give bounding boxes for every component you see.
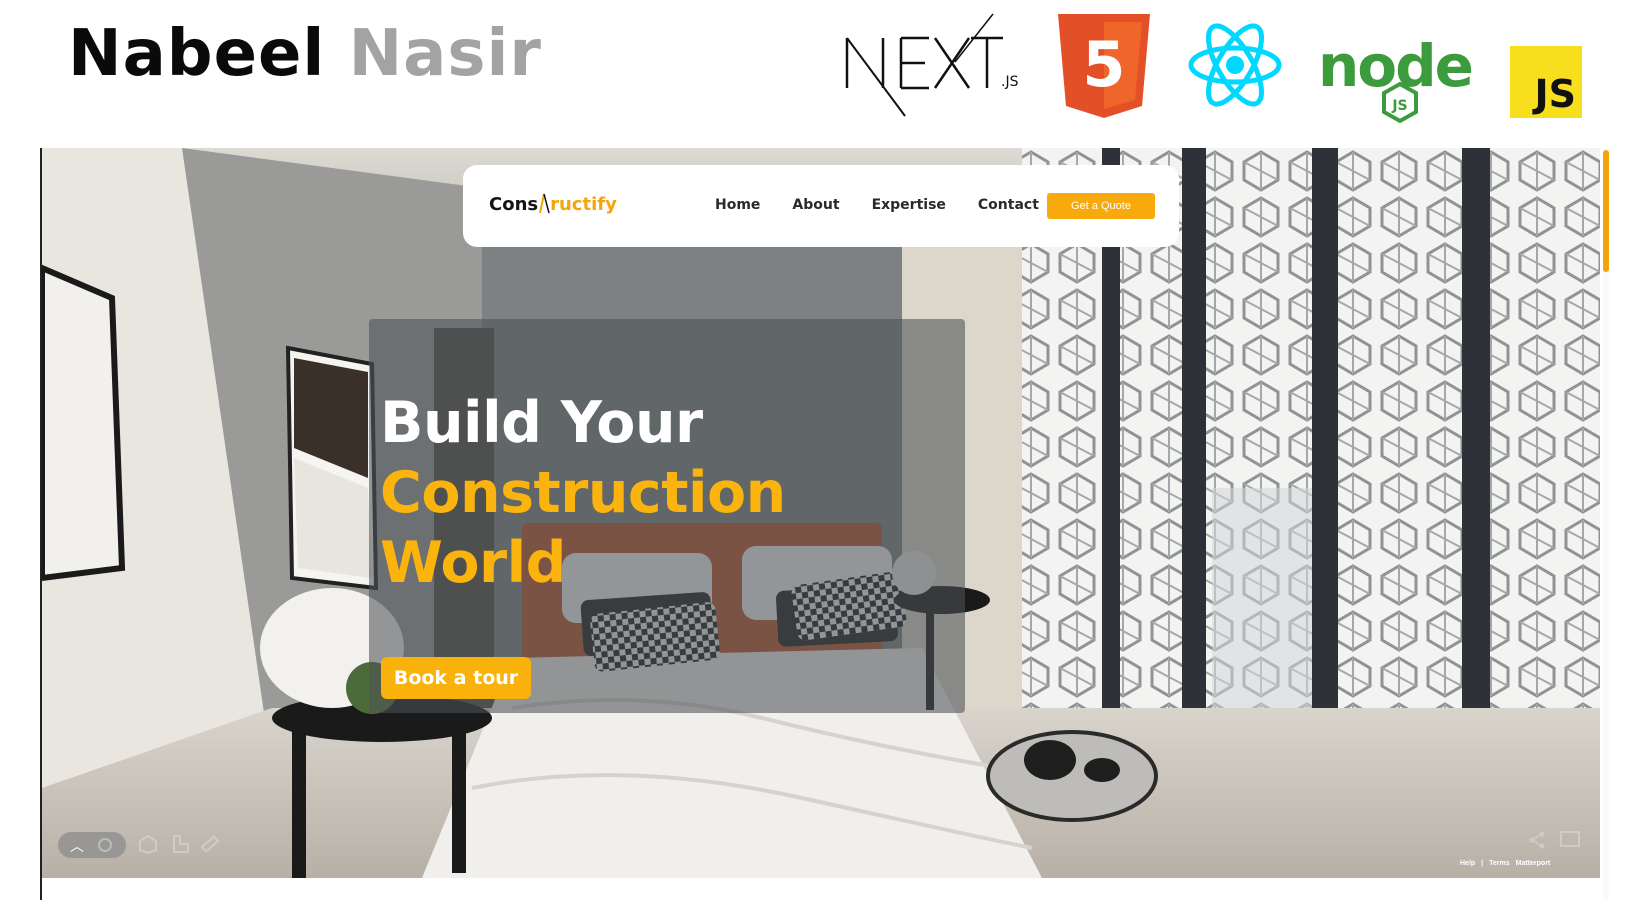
author-last-name: Nasir xyxy=(348,17,542,91)
react-logo-icon xyxy=(1186,18,1284,112)
nav-about[interactable]: About xyxy=(792,194,839,216)
viewer-mode-toggle[interactable]: ︿ xyxy=(58,832,126,858)
javascript-logo-text: JS xyxy=(1534,72,1576,116)
brand-logo[interactable]: Cons ructify xyxy=(489,191,617,219)
nodejs-logo-icon: node JS xyxy=(1316,20,1486,128)
javascript-logo-icon: JS xyxy=(1510,46,1582,118)
hero-title-line2: Construction xyxy=(380,460,786,526)
nextjs-suffix: .JS xyxy=(1001,74,1019,90)
help-link[interactable]: Help xyxy=(1460,860,1475,867)
footer-separator: | xyxy=(1481,860,1484,867)
inside-view-icon xyxy=(98,838,112,852)
measure-icon[interactable] xyxy=(200,834,220,854)
nodejs-word: node xyxy=(1318,32,1472,100)
nav-contact[interactable]: Contact xyxy=(978,194,1039,216)
nav-home[interactable]: Home xyxy=(715,194,760,216)
scrollbar-thumb[interactable] xyxy=(1603,150,1609,272)
hero-title: Build Your Construction World xyxy=(380,388,940,598)
chevron-up-icon: ︿ xyxy=(70,838,84,854)
nav-expertise[interactable]: Expertise xyxy=(872,194,946,216)
nextjs-logo-icon: .JS xyxy=(843,12,1023,118)
floorplan-icon[interactable] xyxy=(170,834,190,854)
matterport-link[interactable]: Matterport xyxy=(1516,860,1551,867)
share-icon[interactable] xyxy=(1528,831,1546,849)
book-tour-button[interactable]: Book a tour xyxy=(381,657,531,699)
author-first-name: Nabeel xyxy=(68,17,326,91)
nav-links: Home About Expertise Contact xyxy=(715,194,1039,216)
brand-name-part1: Cons xyxy=(489,194,539,215)
fullscreen-icon[interactable] xyxy=(1560,831,1580,847)
get-quote-button[interactable]: Get a Quote xyxy=(1047,193,1155,219)
viewer-footer-links: Help | Terms Matterport xyxy=(1460,860,1550,867)
html5-logo-icon: 5 xyxy=(1058,14,1150,118)
author-name: Nabeel Nasir xyxy=(68,14,542,94)
brand-name-part2: ructify xyxy=(550,194,617,215)
hero-title-line1: Build Your xyxy=(380,390,703,456)
site-navbar: Cons ructify Home About Expertise Contact… xyxy=(463,165,1179,247)
hero-title-line3: World xyxy=(380,530,566,596)
nodejs-badge: JS xyxy=(1391,98,1407,114)
terms-link[interactable]: Terms xyxy=(1489,860,1510,867)
brand-crane-icon xyxy=(539,193,550,214)
html5-number: 5 xyxy=(1082,28,1125,101)
dollhouse-icon[interactable] xyxy=(138,834,158,854)
website-preview: Cons ructify Home About Expertise Contact… xyxy=(42,148,1600,878)
